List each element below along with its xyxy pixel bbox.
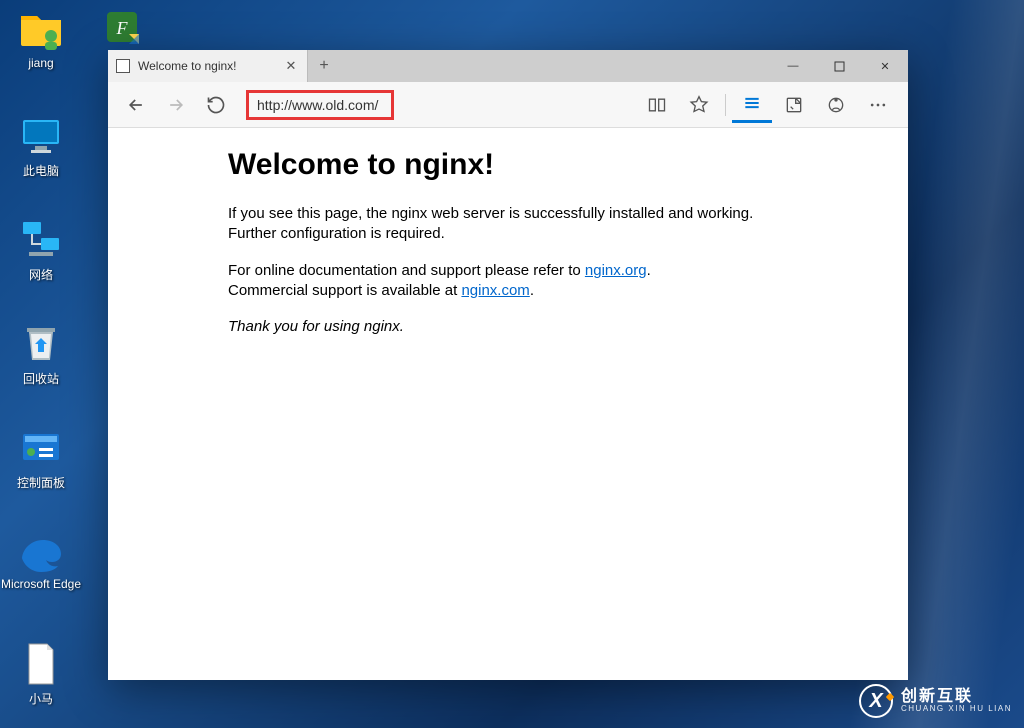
desktop-icon-network[interactable]: 网络 xyxy=(4,216,78,283)
browser-window: Welcome to nginx! ✕ + — ✕ http://www.old… xyxy=(108,50,908,680)
tab-close-button[interactable]: ✕ xyxy=(283,58,299,74)
watermark-text-cn: 创新互联 xyxy=(901,689,1012,705)
network-icon xyxy=(17,216,65,264)
page-heading: Welcome to nginx! xyxy=(228,148,908,182)
hub-button[interactable] xyxy=(732,87,772,123)
minimize-button[interactable]: — xyxy=(770,50,816,82)
text: Commercial support is available at xyxy=(228,282,461,299)
close-button[interactable]: ✕ xyxy=(862,50,908,82)
maximize-button[interactable] xyxy=(816,50,862,82)
text: . xyxy=(647,262,651,279)
desktop-icon-edge[interactable]: Microsoft Edge xyxy=(4,528,78,592)
desktop-icon-label: 小马 xyxy=(29,690,53,707)
link-nginx-org[interactable]: nginx.org xyxy=(585,262,647,279)
page-content: Welcome to nginx! If you see this page, … xyxy=(108,128,908,680)
toolbar-separator xyxy=(725,94,726,116)
desktop-icon-this-pc[interactable]: 此电脑 xyxy=(4,112,78,179)
svg-text:F: F xyxy=(116,18,129,38)
text: . xyxy=(530,282,534,299)
more-button[interactable] xyxy=(858,87,898,123)
desktop-icon-label: 控制面板 xyxy=(17,474,65,491)
edge-icon xyxy=(17,528,65,576)
control-panel-icon xyxy=(17,424,65,472)
refresh-button[interactable] xyxy=(198,87,234,123)
forward-button[interactable] xyxy=(158,87,194,123)
desktop-icon-user-folder[interactable]: jiang xyxy=(4,6,78,70)
app-shield-icon: F xyxy=(101,6,149,54)
back-button[interactable] xyxy=(118,87,154,123)
window-controls: — ✕ xyxy=(770,50,908,82)
link-nginx-com[interactable]: nginx.com xyxy=(461,282,529,299)
desktop-icon-recycle-bin[interactable]: 回收站 xyxy=(4,320,78,387)
address-bar[interactable]: http://www.old.com/ xyxy=(246,90,394,120)
text: For online documentation and support ple… xyxy=(228,262,585,279)
folder-user-icon xyxy=(17,6,65,54)
browser-tab[interactable]: Welcome to nginx! ✕ xyxy=(108,50,308,82)
web-notes-button[interactable] xyxy=(774,87,814,123)
desktop-icon-control-panel[interactable]: 控制面板 xyxy=(4,424,78,491)
page-thanks: Thank you for using nginx. xyxy=(228,318,908,335)
watermark: X 创新互联 CHUANG XIN HU LIAN xyxy=(859,684,1012,718)
tab-title: Welcome to nginx! xyxy=(138,59,275,73)
desktop-icon-label: 网络 xyxy=(29,266,53,283)
recycle-bin-icon xyxy=(17,320,65,368)
browser-tab-bar: Welcome to nginx! ✕ + — ✕ xyxy=(108,50,908,82)
address-bar-highlight: http://www.old.com/ xyxy=(246,90,394,120)
watermark-text-en: CHUANG XIN HU LIAN xyxy=(901,705,1012,713)
desktop-icon-label: 回收站 xyxy=(23,370,59,387)
page-paragraph: For online documentation and support ple… xyxy=(228,261,758,300)
reading-view-button[interactable] xyxy=(637,87,677,123)
desktop-icon-label: 此电脑 xyxy=(23,162,59,179)
computer-icon xyxy=(17,112,65,160)
page-paragraph: If you see this page, the nginx web serv… xyxy=(228,204,758,243)
desktop-icon-label: Microsoft Edge xyxy=(1,578,81,592)
new-tab-button[interactable]: + xyxy=(308,50,340,82)
watermark-logo-icon: X xyxy=(859,684,893,718)
browser-toolbar: http://www.old.com/ xyxy=(108,82,908,128)
file-icon xyxy=(17,640,65,688)
desktop-icon-label: jiang xyxy=(28,56,53,70)
page-icon xyxy=(116,59,130,73)
favorite-button[interactable] xyxy=(679,87,719,123)
share-button[interactable] xyxy=(816,87,856,123)
desktop-icon-file[interactable]: 小马 xyxy=(4,640,78,707)
